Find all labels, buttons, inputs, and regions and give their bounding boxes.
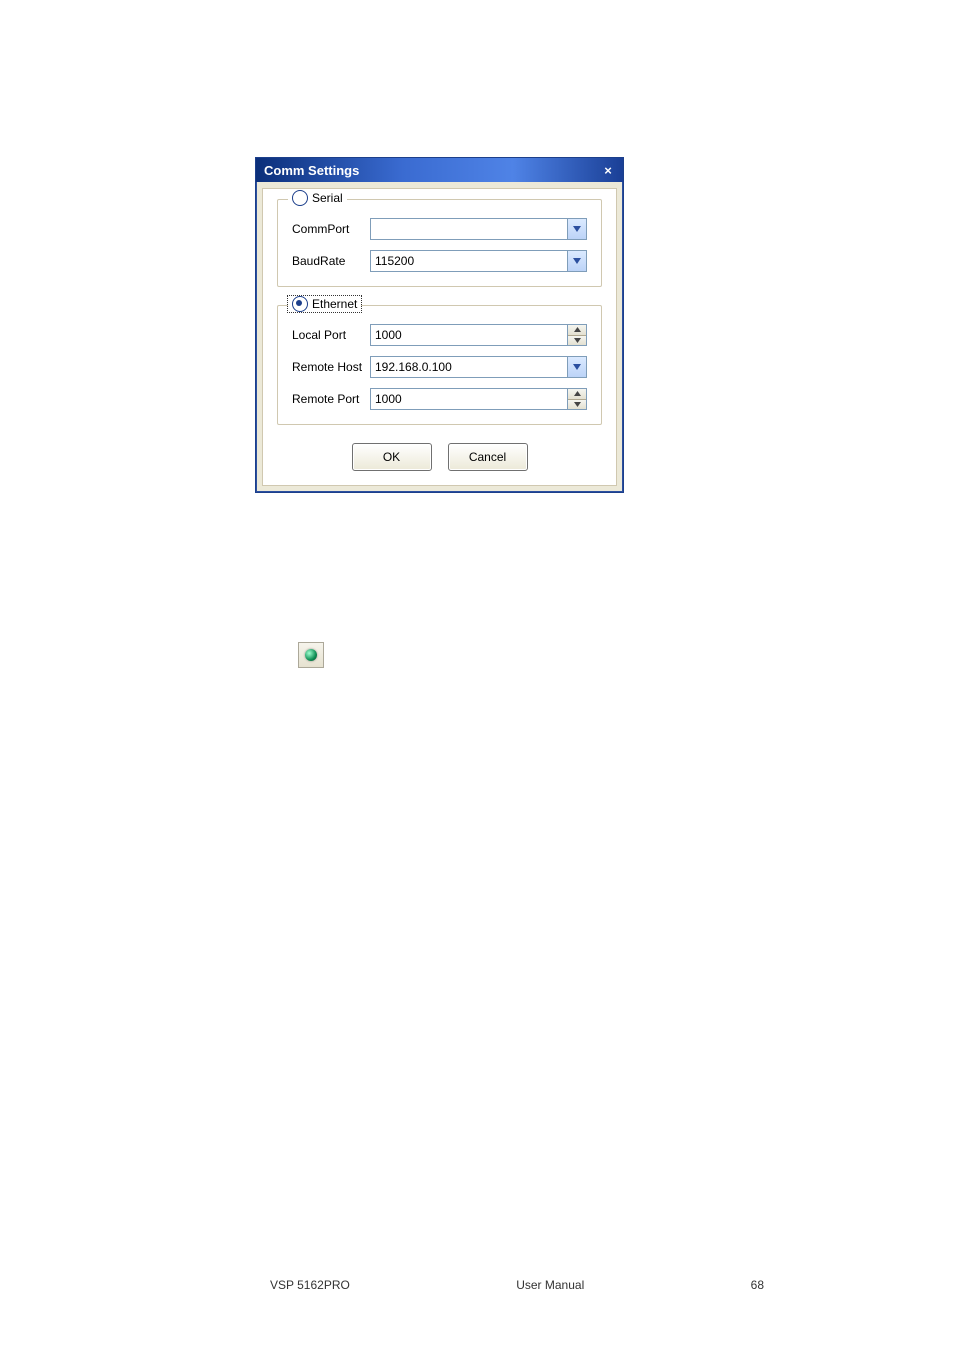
remotehost-label: Remote Host [292,360,370,374]
remoteport-label: Remote Port [292,392,370,406]
remoteport-spin-buttons [567,389,586,409]
baudrate-row: BaudRate 115200 [292,250,587,272]
remotehost-dropdown-button[interactable] [567,357,586,377]
remoteport-spin-down[interactable] [568,400,586,410]
localport-spin-buttons [567,325,586,345]
remotehost-combobox[interactable]: 192.168.0.100 [370,356,587,378]
remoteport-spin-up[interactable] [568,389,586,400]
localport-label: Local Port [292,328,370,342]
commport-row: CommPort [292,218,587,240]
ethernet-radio[interactable] [292,296,308,312]
close-icon[interactable]: × [599,163,617,178]
ok-button[interactable]: OK [352,443,432,471]
footer-doc-title: User Manual [516,1278,584,1292]
ethernet-group: Ethernet Local Port 1000 Remote Host [277,305,602,425]
baudrate-combobox[interactable]: 115200 [370,250,587,272]
dialog-button-row: OK Cancel [277,443,602,471]
serial-legend-text: Serial [312,191,343,205]
commport-combobox[interactable] [370,218,587,240]
commport-dropdown-button[interactable] [567,219,586,239]
ethernet-radio-label[interactable]: Ethernet [288,296,361,312]
serial-radio-label[interactable]: Serial [288,190,347,206]
dialog-title: Comm Settings [264,163,359,178]
remotehost-value: 192.168.0.100 [371,357,567,377]
chevron-down-icon [573,258,581,264]
remoteport-value: 1000 [371,389,567,409]
cancel-button[interactable]: Cancel [448,443,528,471]
commport-label: CommPort [292,222,370,236]
chevron-down-icon [573,226,581,232]
serial-group: Serial CommPort BaudRate 115200 [277,199,602,287]
localport-value: 1000 [371,325,567,345]
commport-value [371,219,567,239]
dialog-titlebar[interactable]: Comm Settings × [256,158,623,182]
baudrate-label: BaudRate [292,254,370,268]
chevron-down-icon [574,338,581,343]
ethernet-legend-text: Ethernet [312,297,357,311]
chevron-up-icon [574,391,581,396]
baudrate-dropdown-button[interactable] [567,251,586,271]
connection-indicator-button[interactable] [298,642,324,668]
page-root: Comm Settings × Serial CommPort [0,0,954,1350]
dialog-client-area: Serial CommPort BaudRate 115200 [262,188,617,486]
page-footer: VSP 5162PRO User Manual 68 [0,1278,954,1292]
footer-product: VSP 5162PRO [270,1278,350,1292]
chevron-up-icon [574,327,581,332]
remoteport-spinner[interactable]: 1000 [370,388,587,410]
bullseye-icon [305,649,317,661]
baudrate-value: 115200 [371,251,567,271]
serial-radio[interactable] [292,190,308,206]
localport-spin-up[interactable] [568,325,586,336]
remotehost-row: Remote Host 192.168.0.100 [292,356,587,378]
comm-settings-dialog: Comm Settings × Serial CommPort [255,157,624,493]
footer-page-number: 68 [751,1278,764,1292]
localport-spinner[interactable]: 1000 [370,324,587,346]
remoteport-row: Remote Port 1000 [292,388,587,410]
chevron-down-icon [573,364,581,370]
chevron-down-icon [574,402,581,407]
localport-spin-down[interactable] [568,336,586,346]
localport-row: Local Port 1000 [292,324,587,346]
